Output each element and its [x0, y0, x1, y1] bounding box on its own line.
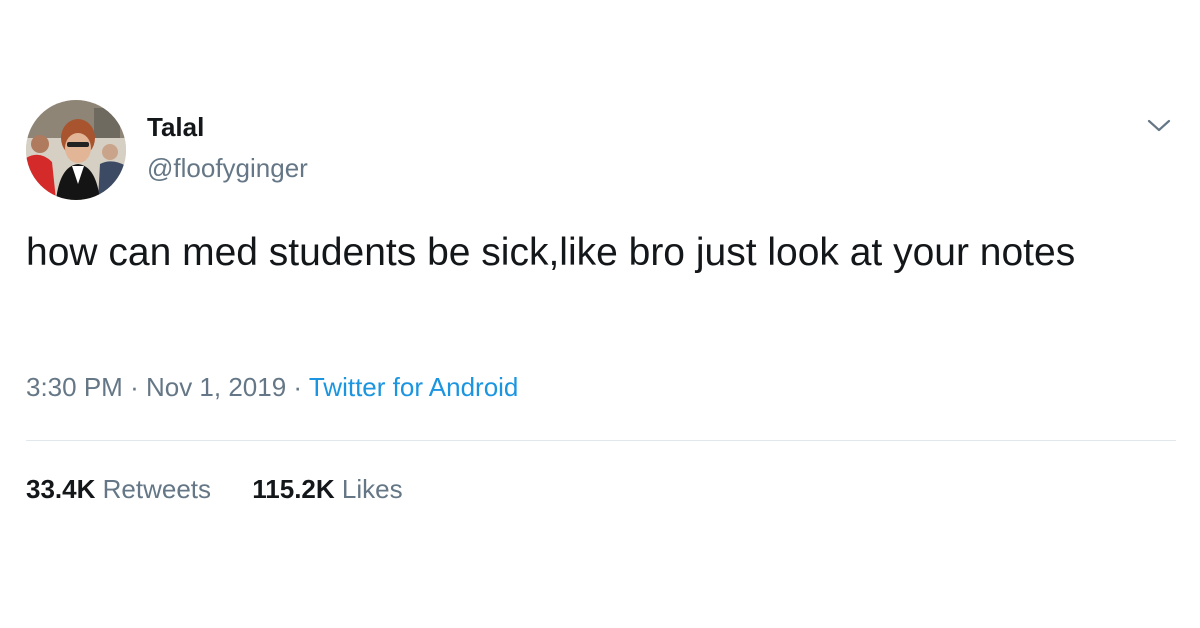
likes-stat[interactable]: 115.2K Likes — [252, 474, 402, 505]
tweet-stats: 33.4K Retweets 115.2K Likes — [26, 474, 437, 505]
retweets-stat[interactable]: 33.4K Retweets — [26, 474, 211, 505]
tweet-text: how can med students be sick,like bro ju… — [26, 231, 1076, 274]
avatar[interactable] — [26, 100, 126, 200]
likes-label: Likes — [341, 474, 403, 504]
display-name[interactable]: Talal — [147, 112, 204, 143]
tweet-meta: 3:30 PM · Nov 1, 2019 · Twitter for Andr… — [26, 372, 518, 403]
divider — [26, 440, 1176, 441]
tweet-time[interactable]: 3:30 PM — [26, 372, 123, 402]
tweet-card: Talal @floofyginger how can med students… — [0, 0, 1200, 628]
retweets-count: 33.4K — [26, 474, 96, 504]
retweets-label: Retweets — [102, 474, 212, 504]
likes-count: 115.2K — [252, 474, 335, 504]
chevron-down-icon[interactable] — [1146, 116, 1172, 136]
meta-separator: · — [130, 372, 139, 402]
user-handle[interactable]: @floofyginger — [147, 153, 308, 184]
tweet-source-link[interactable]: Twitter for Android — [309, 372, 519, 402]
meta-separator: · — [293, 372, 303, 402]
avatar-photo-icon — [26, 100, 126, 200]
tweet-date[interactable]: Nov 1, 2019 — [146, 372, 286, 402]
